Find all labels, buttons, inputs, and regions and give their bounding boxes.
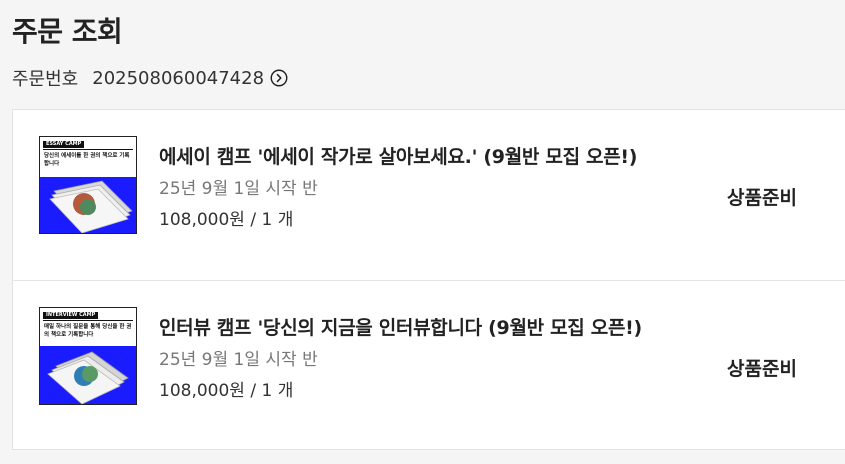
product-price-quantity: 108,000원 / 1 개	[159, 210, 294, 230]
thumbnail-cover-art	[40, 346, 136, 404]
order-item: ESSAY CAMP 당신의 에세이를 한 권의 책으로 기록합니다 에세이 캠…	[13, 110, 845, 280]
thumbnail-cover-art	[40, 177, 136, 233]
order-number-value: 202508060047428	[92, 67, 265, 89]
product-thumbnail[interactable]: ESSAY CAMP 당신의 에세이를 한 권의 책으로 기록합니다	[39, 136, 137, 234]
thumbnail-tag: INTERVIEW CAMP	[43, 312, 99, 319]
product-option: 25년 9월 1일 시작 반	[159, 179, 318, 199]
chevron-right-circle-icon[interactable]	[270, 69, 288, 87]
order-number-label: 주문번호	[12, 69, 79, 90]
thumbnail-text: 매일 하나의 질문을 통해 당신을 한 권의 책으로 기록합니다	[44, 324, 132, 338]
order-items-card: ESSAY CAMP 당신의 에세이를 한 권의 책으로 기록합니다 에세이 캠…	[12, 109, 845, 450]
thumbnail-divider	[43, 149, 133, 150]
product-name-link[interactable]: 에세이 캠프 '에세이 작가로 살아보세요.' (9월반 모집 오픈!)	[159, 142, 637, 169]
page-title: 주문 조회	[12, 15, 123, 48]
product-thumbnail[interactable]: INTERVIEW CAMP 매일 하나의 질문을 통해 당신을 한 권의 책으…	[39, 307, 137, 405]
order-status: 상품준비	[727, 358, 797, 380]
product-name-link[interactable]: 인터뷰 캠프 '당신의 지금을 인터뷰합니다 (9월반 모집 오픈!)	[159, 313, 642, 340]
order-item: INTERVIEW CAMP 매일 하나의 질문을 통해 당신을 한 권의 책으…	[13, 280, 845, 450]
thumbnail-text: 당신의 에세이를 한 권의 책으로 기록합니다	[44, 153, 130, 167]
product-option: 25년 9월 1일 시작 반	[159, 350, 318, 370]
order-status: 상품준비	[727, 187, 797, 209]
thumbnail-tag: ESSAY CAMP	[43, 141, 85, 148]
product-price-quantity: 108,000원 / 1 개	[159, 381, 294, 401]
thumbnail-divider	[43, 320, 133, 321]
order-number-row: 주문번호 202508060047428	[12, 64, 288, 92]
